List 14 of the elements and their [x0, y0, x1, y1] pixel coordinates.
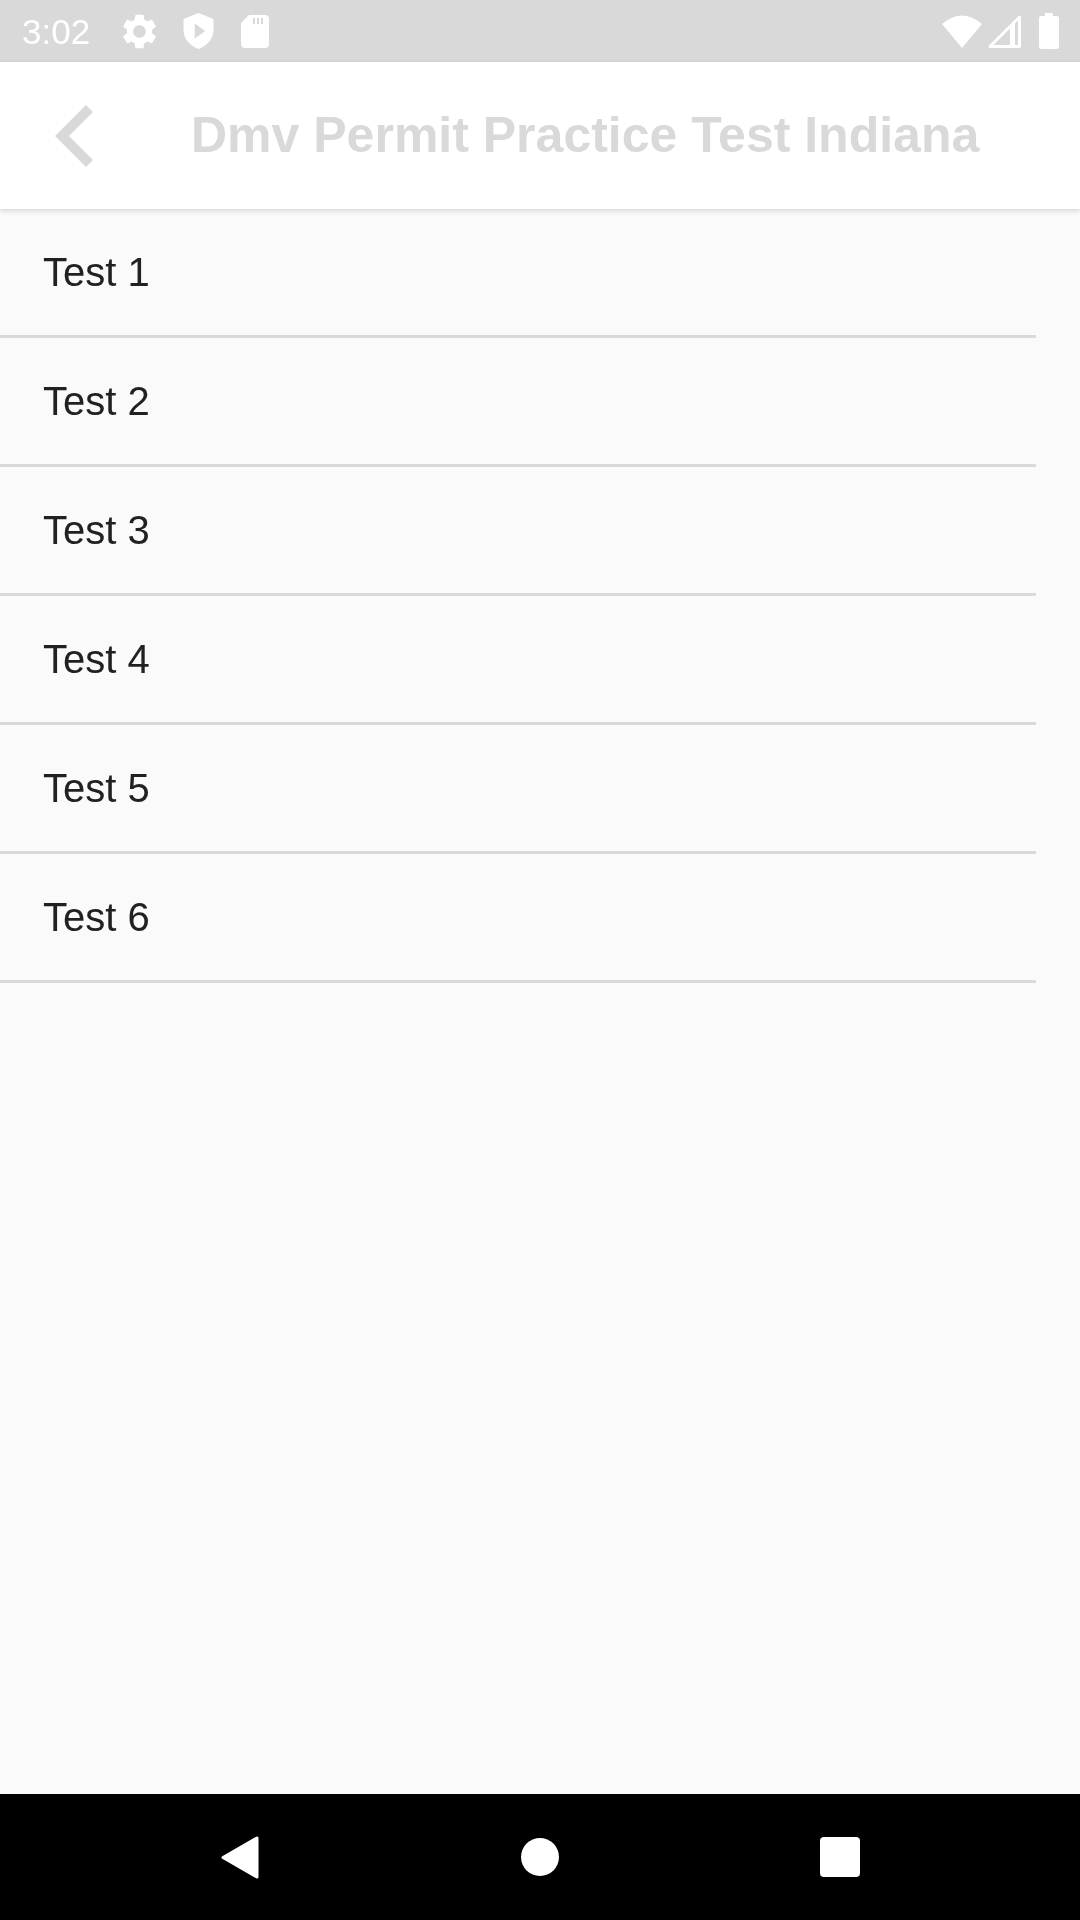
shield-play-icon [183, 13, 215, 49]
test-list-item[interactable]: Test 5 [0, 725, 1036, 854]
home-icon[interactable] [521, 1838, 559, 1876]
test-list-item[interactable]: Test 6 [0, 854, 1036, 983]
battery-icon [1039, 13, 1059, 49]
wifi-icon [942, 14, 982, 48]
sd-card-icon [241, 14, 270, 48]
back-icon[interactable] [221, 1835, 259, 1879]
settings-icon [123, 13, 157, 49]
test-list-item[interactable]: Test 3 [0, 467, 1036, 596]
signal-icon [988, 14, 1021, 48]
test-list-item[interactable]: Test 1 [0, 209, 1036, 338]
test-list-item[interactable]: Test 2 [0, 338, 1036, 467]
test-list-item[interactable]: Test 4 [0, 596, 1036, 725]
